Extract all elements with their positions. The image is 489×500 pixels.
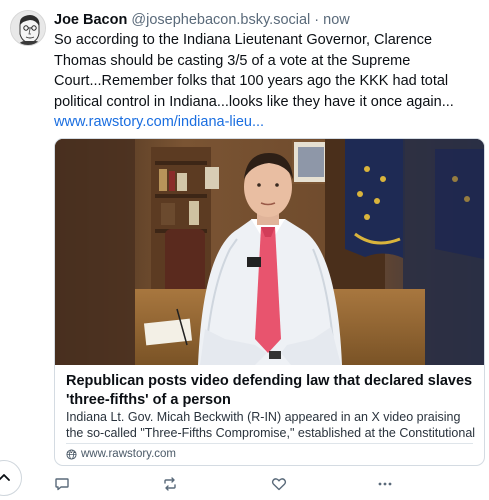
author-avatar[interactable] [10,10,46,46]
repost-button[interactable] [159,474,181,494]
like-button[interactable] [268,474,290,494]
reply-button[interactable] [51,474,73,494]
post-header: Joe Bacon @josephebacon.bsky.social · no… [54,11,481,29]
link-card-domain-row: www.rawstory.com [66,447,176,462]
heart-icon [271,478,287,491]
avatar-sketch-icon [11,11,45,45]
globe-icon [66,449,77,460]
author-handle[interactable]: @josephebacon.bsky.social [131,12,310,28]
post: Joe Bacon @josephebacon.bsky.social · no… [0,0,489,500]
author-name[interactable]: Joe Bacon [54,12,127,28]
link-card[interactable]: Republican posts video defending law tha… [54,138,485,466]
reply-icon [55,478,69,491]
post-text: So according to the Indiana Lieutenant G… [54,32,454,110]
link-card-domain: www.rawstory.com [81,448,176,460]
post-actions [0,474,489,496]
more-icon [378,482,392,486]
link-card-title[interactable]: Republican posts video defending law tha… [66,372,478,410]
post-timestamp[interactable]: now [323,12,350,28]
link-card-image[interactable] [55,139,484,365]
video-thumbnail-icon [55,139,484,365]
post-link[interactable]: www.rawstory.com/indiana-lieu... [54,112,264,132]
repost-icon [164,477,176,491]
header-separator: · [314,12,320,28]
link-card-divider [66,443,473,444]
more-button[interactable] [374,474,396,494]
